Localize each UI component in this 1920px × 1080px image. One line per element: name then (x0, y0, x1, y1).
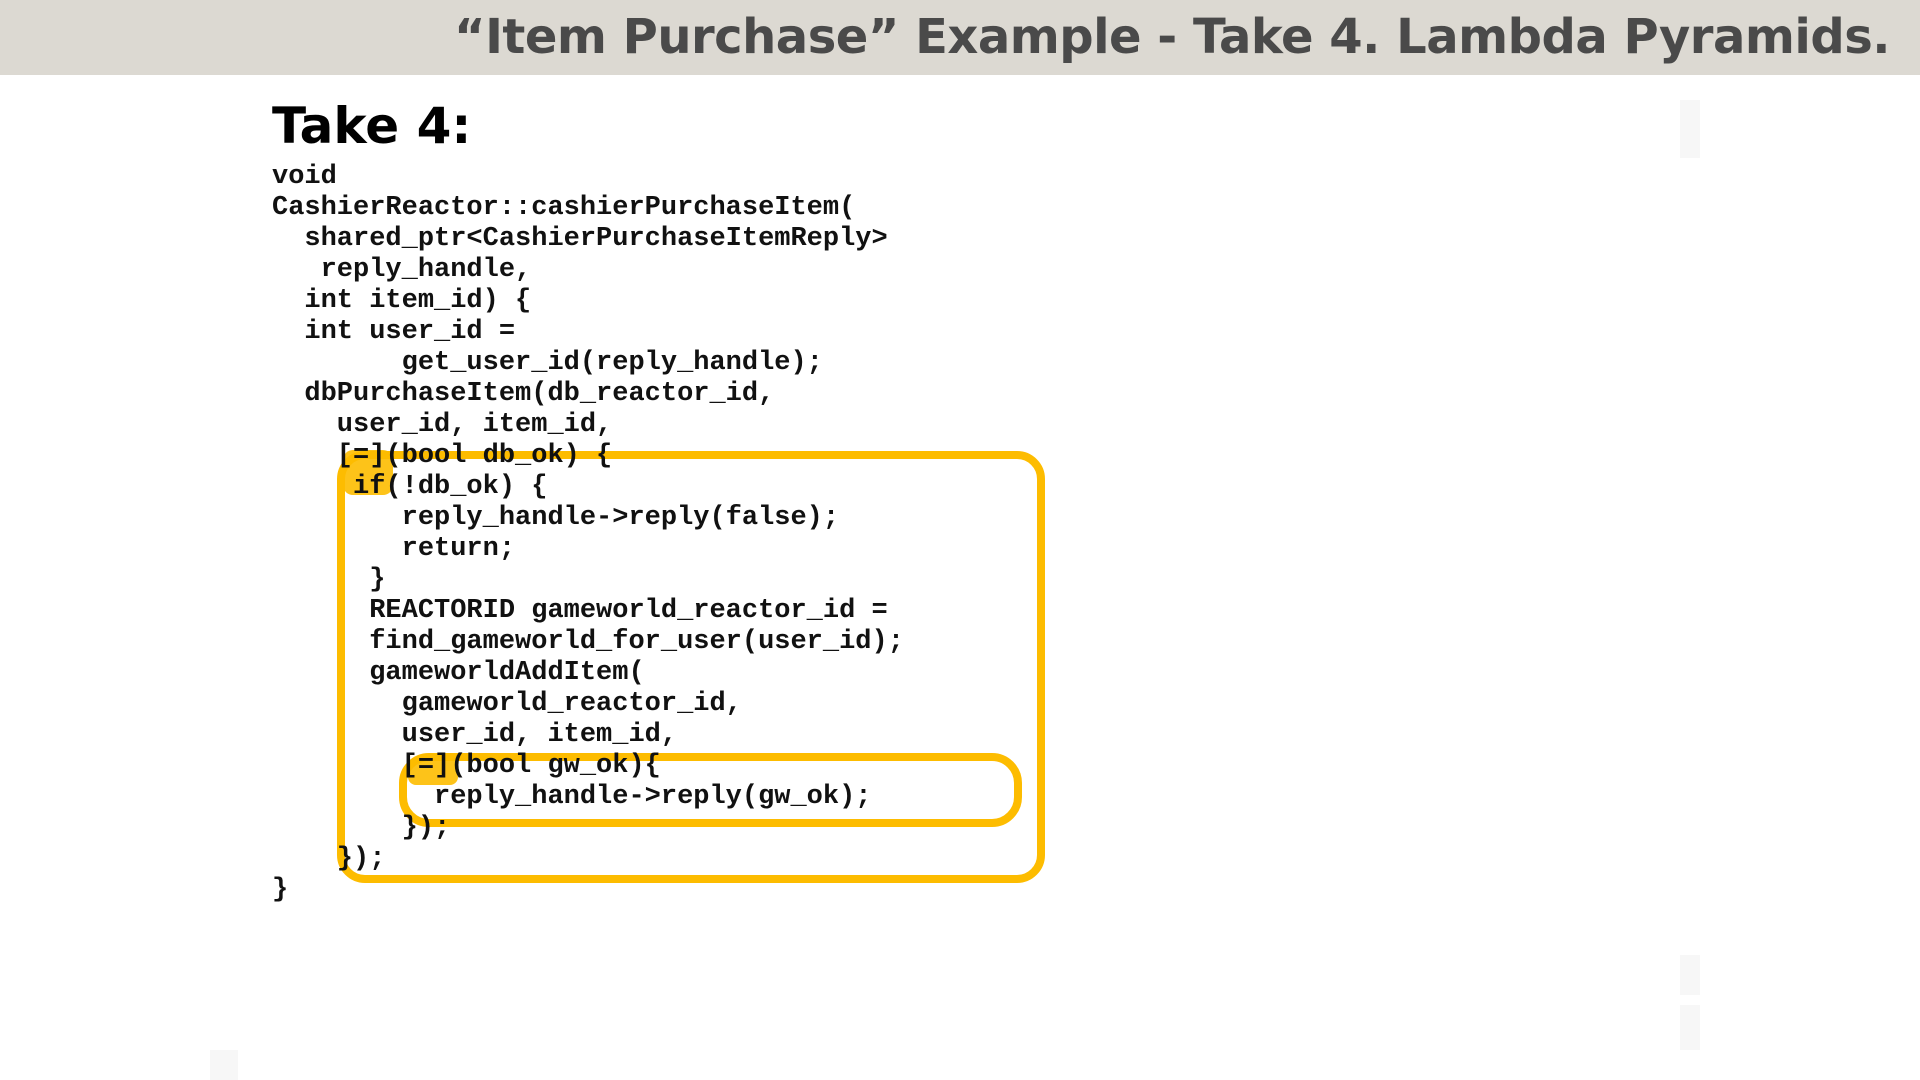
code-line: reply_handle->reply(gw_ok); (272, 782, 872, 812)
code-line: } (272, 875, 289, 905)
code-line: void (272, 162, 337, 192)
background-artifact (1680, 100, 1700, 158)
background-artifact (210, 1050, 238, 1080)
code-line: user_id, item_id, (272, 720, 678, 750)
slide-title: “Item Purchase” Example - Take 4. Lambda… (454, 9, 1890, 65)
code-line: int user_id = (272, 317, 516, 347)
code-line: dbPurchaseItem(db_reactor_id, (272, 379, 775, 409)
code-line: shared_ptr<CashierPurchaseItemReply> (272, 224, 888, 254)
code-line: if(!db_ok) { (272, 472, 548, 502)
background-artifact (1680, 955, 1700, 995)
code-line: reply_handle, (272, 255, 532, 285)
code-line: reply_handle->reply(false); (272, 503, 840, 533)
code-line: } (272, 565, 386, 595)
code-line: int item_id) { (272, 286, 532, 316)
code-line: user_id, item_id, (272, 410, 613, 440)
code-line: REACTORID gameworld_reactor_id = (272, 596, 888, 626)
code-line: [=](bool db_ok) { (272, 441, 613, 471)
code-line: gameworldAddItem( (272, 658, 645, 688)
slide: “Item Purchase” Example - Take 4. Lambda… (0, 0, 1920, 1080)
code-line: gameworld_reactor_id, (272, 689, 742, 719)
code-line: CashierReactor::cashierPurchaseItem( (272, 193, 856, 223)
code-line: find_gameworld_for_user(user_id); (272, 627, 904, 657)
code-line: return; (272, 534, 516, 564)
background-artifact (1680, 1005, 1700, 1050)
title-bar: “Item Purchase” Example - Take 4. Lambda… (0, 0, 1920, 75)
code-line: }); (272, 844, 386, 874)
section-heading: Take 4: (272, 97, 472, 155)
code-line: [=](bool gw_ok){ (272, 751, 661, 781)
code-line: get_user_id(reply_handle); (272, 348, 823, 378)
code-line: }); (272, 813, 451, 843)
code-block: void CashierReactor::cashierPurchaseItem(… (272, 162, 904, 906)
